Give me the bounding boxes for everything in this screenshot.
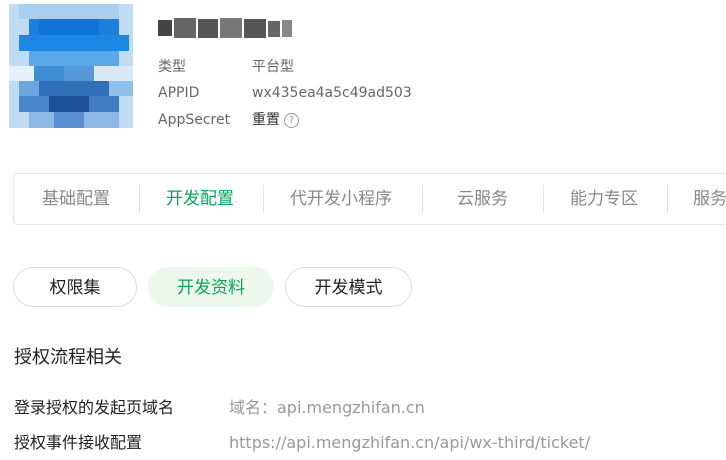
tab-mini-program-dev[interactable]: 代开发小程序 (290, 174, 392, 224)
tab-divider (667, 185, 668, 213)
tab-capability-zone[interactable]: 能力专区 (570, 174, 638, 224)
subtab-permission-set[interactable]: 权限集 (13, 267, 137, 307)
app-avatar (9, 4, 133, 128)
event-receive-label: 授权事件接收配置 (14, 433, 143, 452)
app-name-redacted (158, 18, 294, 38)
tab-divider (422, 185, 423, 213)
tab-dev-config[interactable]: 开发配置 (166, 174, 234, 224)
reset-secret-link[interactable]: 重置 (252, 112, 280, 128)
tab-cloud-service[interactable]: 云服务 (457, 174, 508, 224)
secret-actions: 重置? (252, 110, 299, 130)
type-label: 类型 (158, 59, 186, 75)
tab-basic-config[interactable]: 基础配置 (42, 174, 110, 224)
appid-value: wx435ea4a5c49ad503 (252, 85, 412, 101)
secret-label: AppSecret (158, 112, 231, 128)
subtab-dev-mode[interactable]: 开发模式 (285, 267, 412, 307)
tab-divider (543, 185, 544, 213)
section-title: 授权流程相关 (14, 347, 122, 368)
event-receive-value: https://api.mengzhifan.cn/api/wx-third/t… (229, 433, 591, 452)
main-tab-bar: 基础配置 开发配置 代开发小程序 云服务 能力专区 服务 (13, 173, 726, 225)
help-icon[interactable]: ? (284, 113, 299, 128)
tab-divider (139, 185, 140, 213)
login-domain-label: 登录授权的发起页域名 (14, 398, 175, 417)
subtab-dev-info[interactable]: 开发资料 (148, 267, 274, 307)
tab-divider (263, 185, 264, 213)
type-value: 平台型 (252, 59, 294, 75)
login-domain-value: 域名：api.mengzhifan.cn (229, 398, 425, 417)
appid-label: APPID (158, 85, 200, 101)
tab-service[interactable]: 服务 (693, 174, 726, 224)
